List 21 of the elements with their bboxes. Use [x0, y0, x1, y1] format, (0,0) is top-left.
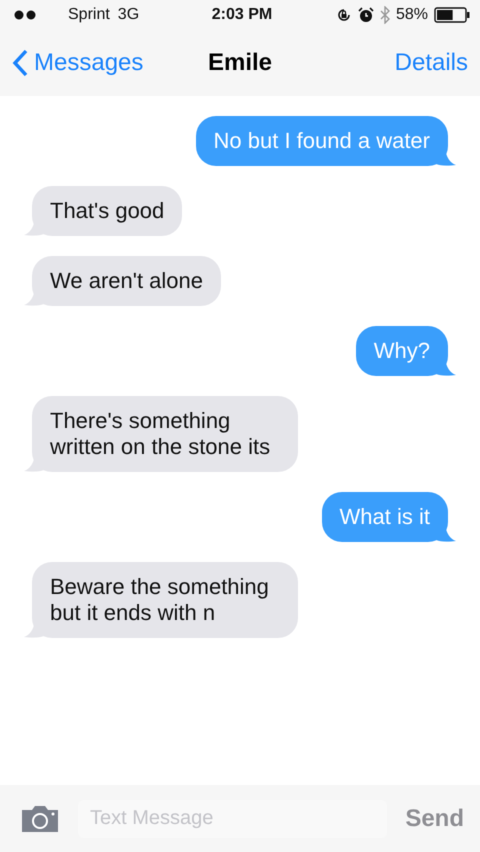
carrier-name: Sprint — [68, 6, 110, 24]
sent-message: Why? — [356, 326, 448, 376]
camera-icon[interactable] — [20, 804, 60, 834]
received-message: There's something written on the stone its — [32, 396, 298, 472]
bluetooth-icon — [380, 6, 390, 24]
sent-message: What is it — [322, 492, 448, 542]
received-message: That's good — [32, 186, 182, 236]
contact-name: Emile — [208, 49, 272, 77]
received-message: Beware the something but it ends with n — [32, 562, 298, 638]
status-time: 2:03 PM — [212, 6, 272, 24]
battery-icon — [434, 7, 470, 23]
network-type: 3G — [118, 6, 140, 24]
rotation-lock-icon — [336, 7, 352, 23]
alarm-icon — [358, 7, 374, 23]
battery-percent: 58% — [396, 6, 428, 24]
chevron-left-icon — [12, 49, 28, 77]
details-link[interactable]: Details — [394, 49, 468, 77]
sent-message: No but I found a water — [196, 116, 448, 166]
signal-icon — [14, 10, 38, 20]
back-link[interactable]: Messages — [12, 49, 144, 77]
received-message: We aren't alone — [32, 256, 222, 306]
